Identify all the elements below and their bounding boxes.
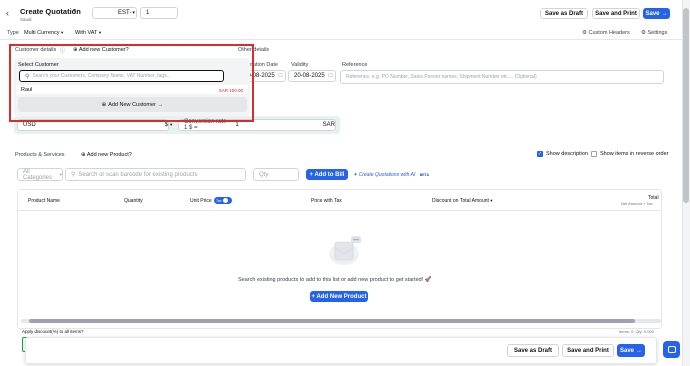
table-header-divider xyxy=(17,210,662,211)
calendar-icon: □ xyxy=(328,73,333,79)
quantity-input[interactable]: Qty xyxy=(253,168,299,181)
col-quantity: Quantity xyxy=(124,198,143,204)
save-draft-button[interactable]: Save as Draft xyxy=(540,8,588,19)
unit-price-tax-toggle[interactable]: Tax xyxy=(214,197,232,204)
page-title: Create Quotation xyxy=(20,7,81,16)
product-search-input[interactable]: ⚲ Search or scan barcode for existing pr… xyxy=(65,168,246,181)
vat-mode-select[interactable]: With VAT ▾ xyxy=(75,30,101,36)
title-dropdown-icon[interactable]: ▾ xyxy=(73,7,76,14)
footer-save-draft-button[interactable]: Save as Draft xyxy=(507,344,559,357)
chevron-down-icon: ▾ xyxy=(490,198,493,203)
chevron-down-icon: ▾ xyxy=(170,122,173,127)
page-subtitle: Saudi xyxy=(20,17,32,22)
items-count: Items: 0, Qty: 0.000 xyxy=(619,329,654,334)
currency-mode-select[interactable]: Multi Currency ▾ xyxy=(24,30,63,36)
chat-support-icon[interactable] xyxy=(663,341,680,358)
col-unit-price: Unit Price xyxy=(190,198,212,204)
chevron-down-icon: ▾ xyxy=(132,10,135,16)
save-button[interactable]: Save → xyxy=(643,8,670,19)
ai-quotation-link[interactable]: ✦ Create Quotations with AI BETA xyxy=(353,172,429,178)
gear-icon: ⚙ xyxy=(582,30,587,36)
empty-box-icon xyxy=(327,232,363,266)
add-to-bill-button[interactable]: + Add to Bill xyxy=(306,169,348,180)
show-description-toggle[interactable]: ✓ Show description xyxy=(537,151,588,157)
footer-save-print-button[interactable]: Save and Print xyxy=(562,344,614,357)
col-discount-on: Discount on xyxy=(432,198,459,204)
save-print-button[interactable]: Save and Print xyxy=(592,8,640,19)
page-scroll-thumb[interactable] xyxy=(683,8,689,203)
footer-save-button[interactable]: Save → xyxy=(617,344,645,357)
products-section-label: Products & Services xyxy=(15,152,65,158)
chevron-down-icon: ▾ xyxy=(60,30,64,35)
settings-link[interactable]: ⚙ Settings xyxy=(641,30,667,36)
add-new-product-link[interactable]: ⊕ Add new Product? xyxy=(81,152,132,158)
page-vertical-scrollbar[interactable] xyxy=(682,0,690,366)
reference-label: Reference xyxy=(342,62,368,68)
quotation-number-input[interactable]: 1 xyxy=(140,7,178,19)
checkbox-checked-icon: ✓ xyxy=(537,151,543,157)
reverse-order-toggle[interactable]: Show items in reverse order xyxy=(591,151,668,157)
category-select[interactable]: All Categories ▾ xyxy=(17,168,63,181)
table-horizontal-scrollbar[interactable] xyxy=(21,319,661,323)
calendar-icon: □ xyxy=(278,73,283,79)
type-label: Type xyxy=(7,30,19,36)
discount-basis-select[interactable]: Total Amount ▾ xyxy=(460,198,493,204)
chevron-down-icon: ▾ xyxy=(59,171,62,177)
gear-icon: ⚙ xyxy=(641,30,646,36)
discount-all-label: Apply discount(%) to all items? xyxy=(22,329,84,334)
arrow-right-icon: → xyxy=(636,347,642,354)
chevron-down-icon: ▾ xyxy=(98,30,102,35)
sparkle-icon: ✦ xyxy=(353,172,358,178)
highlight-box xyxy=(9,44,254,122)
col-product-name: Product Name xyxy=(28,198,60,204)
number-prefix-select[interactable]: EST- ▾ xyxy=(92,7,137,19)
col-price-with-tax: Price with Tax xyxy=(311,198,342,204)
custom-headers-link[interactable]: ⚙ Custom Headers xyxy=(582,30,630,36)
divider xyxy=(0,39,682,40)
plus-circle-icon: ⊕ xyxy=(81,152,86,158)
arrow-right-icon: → xyxy=(661,10,668,17)
add-new-product-button[interactable]: + Add New Product xyxy=(310,291,368,302)
chevron-left-icon: ‹ xyxy=(6,8,9,18)
search-icon: ⚲ xyxy=(71,172,76,178)
col-total-sub: Net Amount + Tax xyxy=(621,201,653,206)
checkbox-icon xyxy=(591,151,597,157)
validity-label: Validity xyxy=(291,62,309,68)
back-button[interactable]: ‹ xyxy=(6,8,14,18)
empty-state-message: Search existing products to add to this … xyxy=(238,277,432,283)
reference-input[interactable]: Reference, e.g. PO Number, Sales Person … xyxy=(340,70,664,84)
validity-date-input[interactable]: 20-08-2025 □ xyxy=(288,70,336,82)
table-scroll-thumb[interactable] xyxy=(29,319,635,323)
